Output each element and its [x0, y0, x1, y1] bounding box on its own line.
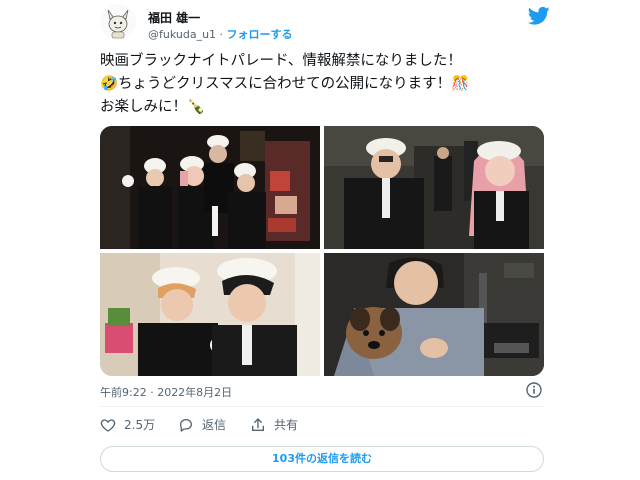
tweet-header: 福田 雄一 @fukuda_u1 · フォローする — [100, 4, 550, 44]
user-handle-row: @fukuda_u1 · フォローする — [148, 26, 293, 42]
tweet-card: 福田 雄一 @fukuda_u1 · フォローする 映画ブラックナイトパレード、… — [88, 0, 554, 480]
share-icon — [252, 417, 264, 431]
like-count: 2.5万 — [124, 418, 156, 432]
reply-label: 返信 — [202, 418, 227, 432]
tweet-timestamp[interactable]: 午前9:22 · 2022年8月2日 — [100, 384, 232, 400]
divider — [100, 406, 544, 407]
follow-button[interactable]: フォローする — [227, 28, 293, 41]
user-name[interactable]: 福田 雄一 — [148, 9, 200, 26]
twitter-bird-icon[interactable] — [528, 6, 550, 26]
like-button[interactable]: 2.5万 — [100, 416, 155, 433]
read-replies-button[interactable]: 103件の返信を読む — [100, 446, 544, 472]
tweet-text: 映画ブラックナイトパレード、情報解禁になりました！ 🤣ちょうどクリスマスに合わせ… — [100, 50, 540, 119]
tweet-photo-4[interactable] — [324, 253, 544, 376]
share-label: 共有 — [274, 418, 299, 432]
reply-icon — [180, 418, 192, 432]
tweet-photo-3[interactable] — [100, 253, 320, 376]
reply-button[interactable]: 返信 — [178, 416, 226, 433]
heart-icon — [100, 418, 116, 432]
tweet-photo-2[interactable] — [324, 126, 544, 249]
share-button[interactable]: 共有 — [250, 416, 298, 433]
tweet-text-line: 映画ブラックナイトパレード、情報解禁になりました！ — [100, 53, 462, 69]
separator: · — [219, 28, 224, 41]
tweet-text-line: 🤣ちょうどクリスマスに合わせての公開になります！🎊 — [100, 76, 470, 92]
tweet-text-line: お楽しみに！🍾 — [100, 99, 206, 115]
tweet-photo-1[interactable] — [100, 126, 320, 249]
user-handle[interactable]: @fukuda_u1 — [148, 28, 216, 41]
info-icon[interactable] — [526, 382, 542, 398]
avatar[interactable] — [100, 4, 136, 40]
photo-grid — [100, 126, 544, 376]
